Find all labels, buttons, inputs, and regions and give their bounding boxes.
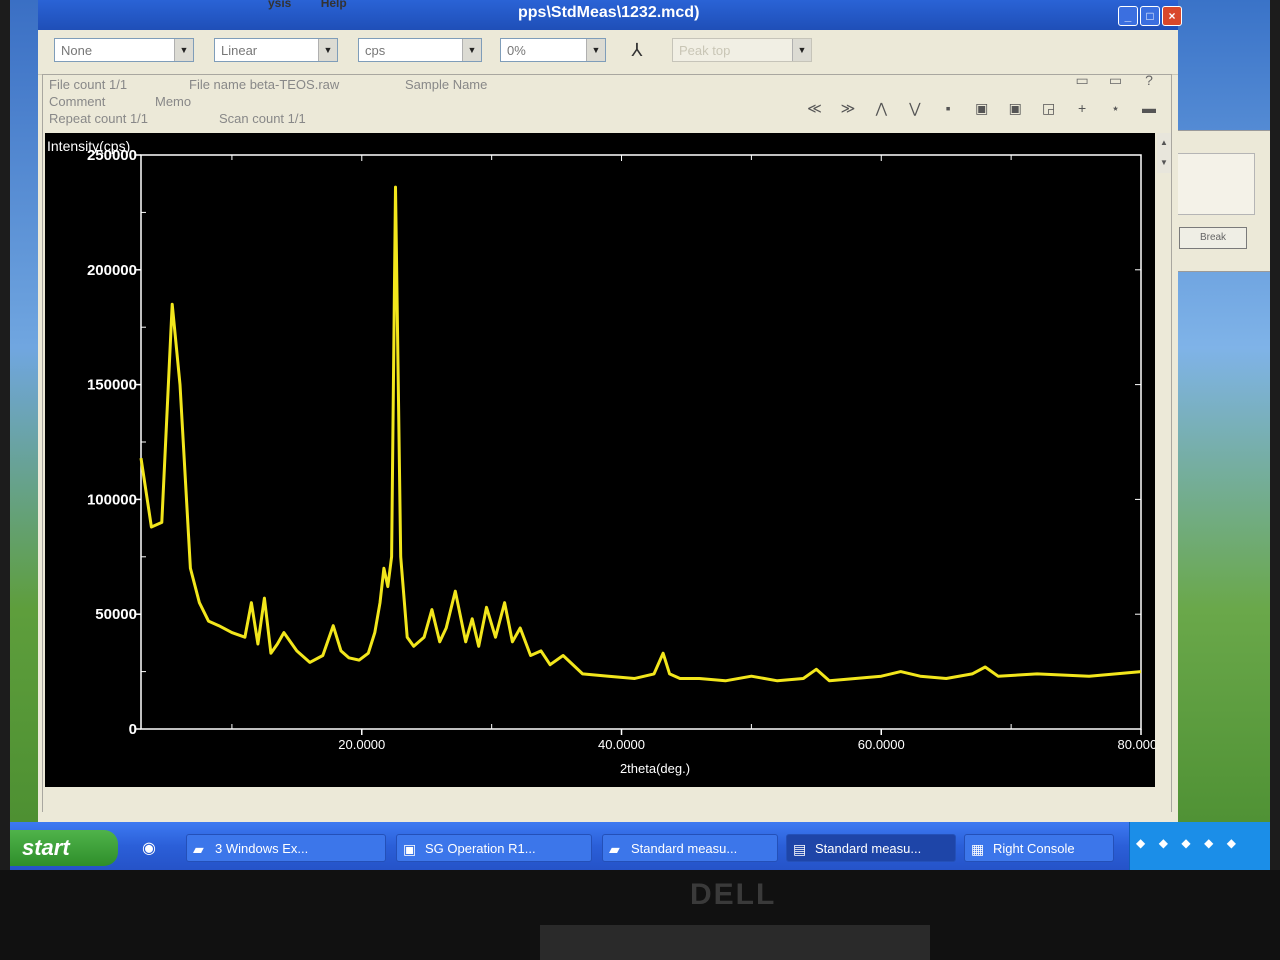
offset-combo-value: 0% bbox=[507, 43, 526, 58]
app-window: ysis Help pps\StdMeas\1232.mcd) _ □ × No… bbox=[38, 0, 1182, 825]
monitor-brand-logo: DELL bbox=[690, 878, 777, 911]
inner-window-controls: ▭ ▭ ? bbox=[1065, 69, 1161, 91]
scroll-down-icon[interactable]: ▼ bbox=[1157, 153, 1171, 173]
background-combo[interactable]: None ▼ bbox=[54, 38, 194, 62]
background-combo-value: None bbox=[61, 43, 93, 58]
repeat-count: Repeat count 1/1 bbox=[49, 111, 149, 126]
scan-count: Scan count 1/1 bbox=[219, 111, 306, 126]
desktop-left-edge bbox=[10, 0, 40, 870]
sample-name: Sample Name bbox=[405, 77, 488, 92]
taskbar-item-windows-explorer[interactable]: ▰ 3 Windows Ex... bbox=[186, 834, 386, 862]
zoom-fit-icon[interactable]: ▣ bbox=[1003, 97, 1027, 119]
taskbar-item-label: Standard measu... bbox=[631, 841, 738, 856]
zoom-reset-icon[interactable]: ◲ bbox=[1037, 97, 1061, 119]
tray-icon[interactable]: ◆ bbox=[1204, 836, 1213, 850]
print-icon[interactable]: ▬ bbox=[1137, 97, 1161, 119]
folder-icon: ▰ bbox=[193, 841, 204, 857]
x-tick-label: 40.0000 bbox=[598, 737, 645, 752]
tray-icon[interactable]: ◆ bbox=[1227, 836, 1236, 850]
menu-item-help[interactable]: Help bbox=[321, 0, 347, 10]
zoom-box-icon[interactable]: ▣ bbox=[970, 97, 994, 119]
y-tick-label: 200000 bbox=[87, 262, 137, 279]
open-files-icon[interactable]: ▭ bbox=[1104, 69, 1128, 91]
x-tick-label: 60.0000 bbox=[858, 737, 905, 752]
taskbar-item-standard-measurement-2[interactable]: ▤ Standard measu... bbox=[786, 834, 956, 862]
scroll-left-icon[interactable]: ≪ bbox=[802, 97, 826, 119]
comment-label: Comment bbox=[49, 94, 106, 109]
graph-toolbar: ≪ ≫ ⋀ ⋁ ▪ ▣ ▣ ◲ + ⋆ ▬ bbox=[797, 97, 1161, 125]
tray-icon[interactable]: ◆ bbox=[1159, 836, 1168, 850]
taskbar-item-standard-measurement-1[interactable]: ▰ Standard measu... bbox=[602, 834, 778, 862]
offset-combo[interactable]: 0% ▼ bbox=[500, 38, 606, 62]
menu-bar: ysis Help bbox=[268, 0, 373, 10]
menu-item-analysis[interactable]: ysis bbox=[268, 0, 291, 10]
maximize-button[interactable]: □ bbox=[1140, 6, 1160, 26]
chart-ticks: 05000010000015000020000025000020.0000 40.… bbox=[87, 147, 1165, 752]
peak-icon[interactable]: ⅄ bbox=[624, 38, 650, 62]
break-button[interactable]: Break bbox=[1179, 227, 1247, 249]
scale-combo-value: Linear bbox=[221, 43, 258, 58]
taskbar-item-label: SG Operation R1... bbox=[425, 841, 536, 856]
xrd-chart[interactable]: 05000010000015000020000025000020.0000 40.… bbox=[45, 133, 1165, 787]
y-tick-label: 150000 bbox=[87, 377, 137, 394]
monitor-bottom: DELL bbox=[0, 870, 1280, 960]
memo-label: Memo bbox=[155, 94, 192, 109]
chevron-down-icon[interactable]: ▼ bbox=[174, 39, 193, 61]
profile-window: ▭ ▭ ? File count 1/1 File name beta-TEOS… bbox=[42, 72, 1172, 816]
taskbar: start ◉ ▰ 3 Windows Ex... ▣ SG Operation… bbox=[10, 822, 1270, 870]
folder-icon: ▰ bbox=[609, 841, 620, 857]
monitor-stand bbox=[540, 925, 930, 960]
unit-combo-value: cps bbox=[365, 43, 386, 58]
start-button[interactable]: start bbox=[10, 830, 118, 866]
scale-up-icon[interactable]: ⋀ bbox=[869, 97, 893, 119]
window-title: pps\StdMeas\1232.mcd) bbox=[518, 4, 700, 21]
scale-combo[interactable]: Linear ▼ bbox=[214, 38, 338, 62]
taskbar-item-sg-operation[interactable]: ▣ SG Operation R1... bbox=[396, 834, 592, 862]
peak-mode-combo-value: Peak top bbox=[679, 43, 731, 58]
unit-combo[interactable]: cps ▼ bbox=[358, 38, 482, 62]
taskbar-item-label: 3 Windows Ex... bbox=[215, 841, 309, 856]
y-tick-label: 50000 bbox=[95, 606, 137, 623]
close-button[interactable]: × bbox=[1162, 6, 1182, 26]
toolbar: None ▼ Linear ▼ cps ▼ 0% ▼ ⅄ Peak top ▼ bbox=[38, 30, 1178, 75]
system-tray: ◆ ◆ ◆ ◆ ◆ bbox=[1129, 822, 1270, 870]
plot-area[interactable]: 0 50000 100000 150000 200000 250000 20.0000 40.… bbox=[45, 133, 1165, 787]
scroll-up-icon[interactable]: ▲ bbox=[1157, 133, 1171, 153]
y-tick-label: 100000 bbox=[87, 491, 137, 508]
chevron-down-icon[interactable]: ▼ bbox=[318, 39, 337, 61]
file-name: File name beta-TEOS.raw bbox=[189, 77, 340, 92]
chevron-down-icon: ▼ bbox=[792, 39, 811, 61]
cursor-cross-icon[interactable]: + bbox=[1070, 97, 1094, 119]
y-tick-label: 0 bbox=[129, 721, 137, 738]
chevron-down-icon[interactable]: ▼ bbox=[586, 39, 605, 61]
vertical-scrollbar[interactable]: ▲ ▼ bbox=[1157, 133, 1171, 173]
tray-icon[interactable]: ◆ bbox=[1136, 836, 1145, 850]
taskbar-item-right-console[interactable]: ▦ Right Console bbox=[964, 834, 1114, 862]
chart-icon: ▤ bbox=[793, 841, 807, 857]
x-tick-label: 80.0000 bbox=[1118, 737, 1156, 752]
minimize-button[interactable]: _ bbox=[1118, 6, 1138, 26]
taskbar-item-label: Right Console bbox=[993, 841, 1075, 856]
app-icon: ▣ bbox=[403, 841, 417, 857]
screen: Break ysis Help pps\StdMeas\1232.mcd) _ … bbox=[10, 0, 1270, 870]
series-line-intensity bbox=[139, 185, 1142, 683]
tray-icon[interactable]: ◆ bbox=[1181, 836, 1190, 850]
y-axis-label: Intensity(cps) bbox=[47, 138, 130, 154]
browser-icon[interactable]: ◉ bbox=[136, 838, 162, 860]
stop-icon[interactable]: ▪ bbox=[936, 97, 960, 119]
taskbar-item-label: Standard measu... bbox=[815, 841, 922, 856]
title-bar[interactable]: ysis Help pps\StdMeas\1232.mcd) _ □ × bbox=[38, 0, 1182, 30]
open-folder-icon[interactable]: ▭ bbox=[1070, 69, 1094, 91]
marker-icon[interactable]: ⋆ bbox=[1104, 97, 1128, 119]
help-icon[interactable]: ? bbox=[1137, 69, 1161, 91]
scroll-right-icon[interactable]: ≫ bbox=[836, 97, 860, 119]
peak-mode-combo: Peak top ▼ bbox=[672, 38, 812, 62]
console-icon: ▦ bbox=[971, 841, 985, 857]
x-axis-label: 2theta(deg.) bbox=[620, 761, 690, 776]
x-tick-label: 20.0000 bbox=[338, 737, 385, 752]
dialog-panel bbox=[1173, 153, 1255, 215]
file-count: File count 1/1 bbox=[49, 77, 128, 92]
chevron-down-icon[interactable]: ▼ bbox=[462, 39, 481, 61]
scale-down-icon[interactable]: ⋁ bbox=[903, 97, 927, 119]
